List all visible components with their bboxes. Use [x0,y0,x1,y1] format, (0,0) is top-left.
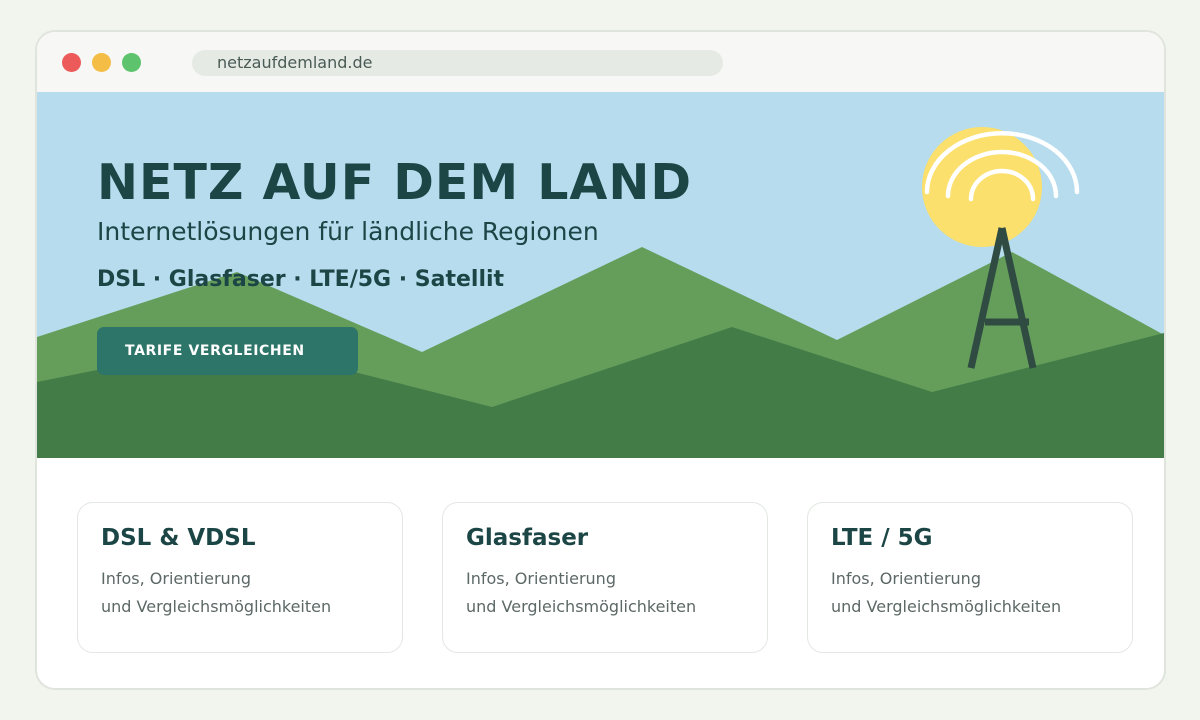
window-maximize-button[interactable] [122,53,141,72]
page-title: NETZ AUF DEM LAND [97,154,693,211]
hero-banner: NETZ AUF DEM LAND Internetlösungen für l… [37,92,1164,458]
card-title: LTE / 5G [831,525,933,551]
card-lte-5g[interactable]: LTE / 5G Infos, Orientierung und Verglei… [807,502,1133,653]
hero-subtitle: Internetlösungen für ländliche Regionen [97,217,599,246]
card-description-line-2: und Vergleichsmöglichkeiten [831,597,1062,616]
card-description-line-1: Infos, Orientierung [466,569,616,588]
technology-tags: DSL · Glasfaser · LTE/5G · Satellit [97,267,505,292]
card-title: DSL & VDSL [101,525,256,551]
browser-chrome: netzaufdemland.de [37,32,1164,92]
sun-icon [922,127,1042,247]
card-description-line-2: und Vergleichsmöglichkeiten [101,597,332,616]
compare-tariffs-button[interactable]: TARIFE VERGLEICHEN [97,327,358,375]
card-glasfaser[interactable]: Glasfaser Infos, Orientierung und Vergle… [442,502,768,653]
browser-window: netzaufdemland.de NETZ AUF DEM LAND Inte… [35,30,1166,690]
service-cards: DSL & VDSL Infos, Orientierung und Vergl… [37,458,1164,688]
card-description-line-2: und Vergleichsmöglichkeiten [466,597,697,616]
card-description-line-1: Infos, Orientierung [831,569,981,588]
address-bar[interactable]: netzaufdemland.de [192,50,723,76]
card-description-line-1: Infos, Orientierung [101,569,251,588]
window-close-button[interactable] [62,53,81,72]
card-dsl[interactable]: DSL & VDSL Infos, Orientierung und Vergl… [77,502,403,653]
address-bar-url: netzaufdemland.de [217,53,373,72]
window-minimize-button[interactable] [92,53,111,72]
card-title: Glasfaser [466,525,589,551]
